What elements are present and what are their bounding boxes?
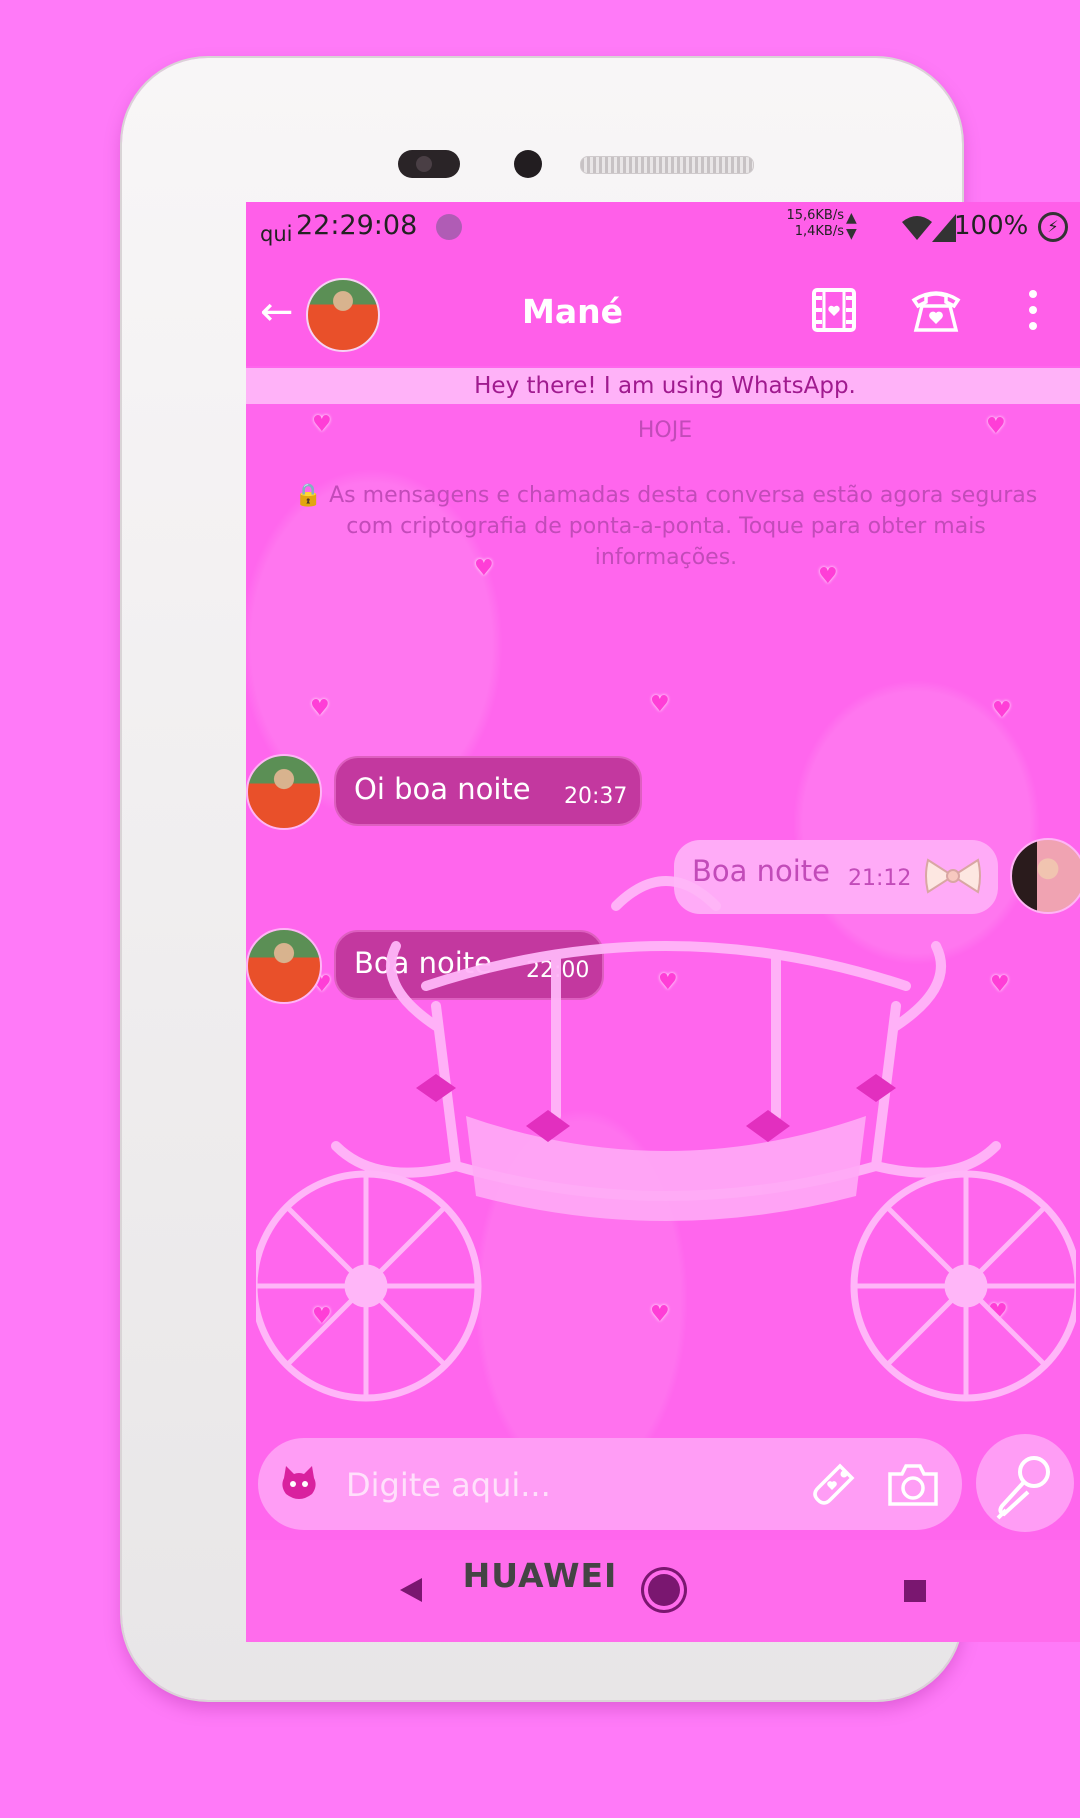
- chat-area: ♥ ♥ ♥ ♥ ♥ ♥ ♥ ♥ ♥ ♥ ♥ ♥ ♥ HOJE 🔒 As mens…: [246, 406, 1080, 1596]
- arrow-left-icon[interactable]: ←: [260, 292, 294, 332]
- message-composer: [258, 1438, 962, 1530]
- cat-icon[interactable]: [278, 1464, 320, 1506]
- phone-screen: qui 22:29:08 15,6KB/s 1,4KB/s ▲ ▼ 100% ⚡ …: [246, 202, 1080, 1642]
- message-text: Oi boa noite: [354, 772, 531, 806]
- signal-icon: [902, 216, 932, 240]
- heart-icon: ♥: [650, 692, 670, 717]
- contact-about[interactable]: Hey there! I am using WhatsApp.: [246, 368, 1080, 404]
- earpiece-speaker: [580, 156, 754, 174]
- data-arrows-icon: ▲ ▼: [846, 210, 857, 242]
- vertical-dots-icon[interactable]: [1028, 286, 1038, 334]
- device-brand-logo: HUAWEI: [462, 1556, 618, 1595]
- front-camera: [514, 150, 542, 178]
- cell-signal-icon: [932, 214, 956, 242]
- microphone-button[interactable]: [976, 1434, 1074, 1532]
- network-speed: 15,6KB/s 1,4KB/s: [754, 208, 844, 240]
- contact-name[interactable]: Mané: [522, 292, 623, 331]
- date-label: HOJE: [637, 418, 693, 443]
- sender-avatar[interactable]: [246, 754, 322, 830]
- heart-icon: ♥: [992, 698, 1012, 723]
- upload-speed: 15,6KB/s: [786, 208, 844, 223]
- telephone-icon[interactable]: [910, 284, 962, 336]
- download-speed: 1,4KB/s: [794, 224, 844, 239]
- battery-percent: 100%: [954, 211, 1029, 241]
- status-time: 22:29:08: [296, 210, 418, 241]
- phone-frame: qui 22:29:08 15,6KB/s 1,4KB/s ▲ ▼ 100% ⚡ …: [122, 58, 1080, 1700]
- contact-avatar[interactable]: [306, 278, 380, 352]
- status-day: qui: [260, 222, 293, 246]
- encryption-notice[interactable]: 🔒 As mensagens e chamadas desta conversa…: [286, 480, 1046, 573]
- charging-icon: ⚡: [1038, 212, 1068, 242]
- film-icon[interactable]: [810, 286, 858, 334]
- microphone-icon: [996, 1456, 1050, 1520]
- attach-tag-icon[interactable]: [810, 1460, 858, 1508]
- notification-dot-icon: [436, 214, 462, 240]
- carriage-wallpaper-illustration: [256, 876, 1076, 1402]
- status-bar: qui 22:29:08 15,6KB/s 1,4KB/s ▲ ▼ 100% ⚡: [246, 202, 1080, 256]
- camera-icon[interactable]: [886, 1460, 940, 1508]
- message-time: 20:37: [564, 784, 628, 809]
- message-input[interactable]: [344, 1456, 768, 1514]
- sensor-cluster: [398, 150, 460, 178]
- message-bubble-incoming[interactable]: Oi boa noite 20:37: [334, 756, 642, 826]
- chat-header: ← Mané: [246, 256, 1080, 366]
- heart-icon: ♥: [310, 696, 330, 721]
